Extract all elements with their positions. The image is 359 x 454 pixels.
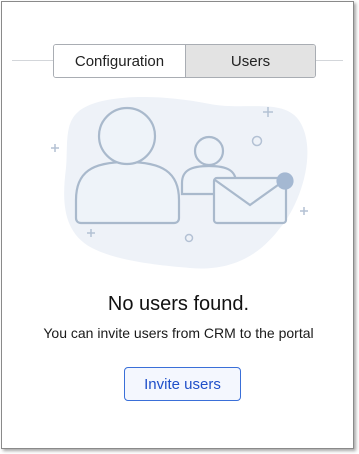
empty-state-title: No users found. [107,293,250,315]
empty-users-illustration [51,97,308,269]
empty-state-description: You can invite users from CRM to the por… [43,325,314,341]
envelope-icon [212,172,294,225]
invite-users-button[interactable]: Invite users [124,367,241,401]
